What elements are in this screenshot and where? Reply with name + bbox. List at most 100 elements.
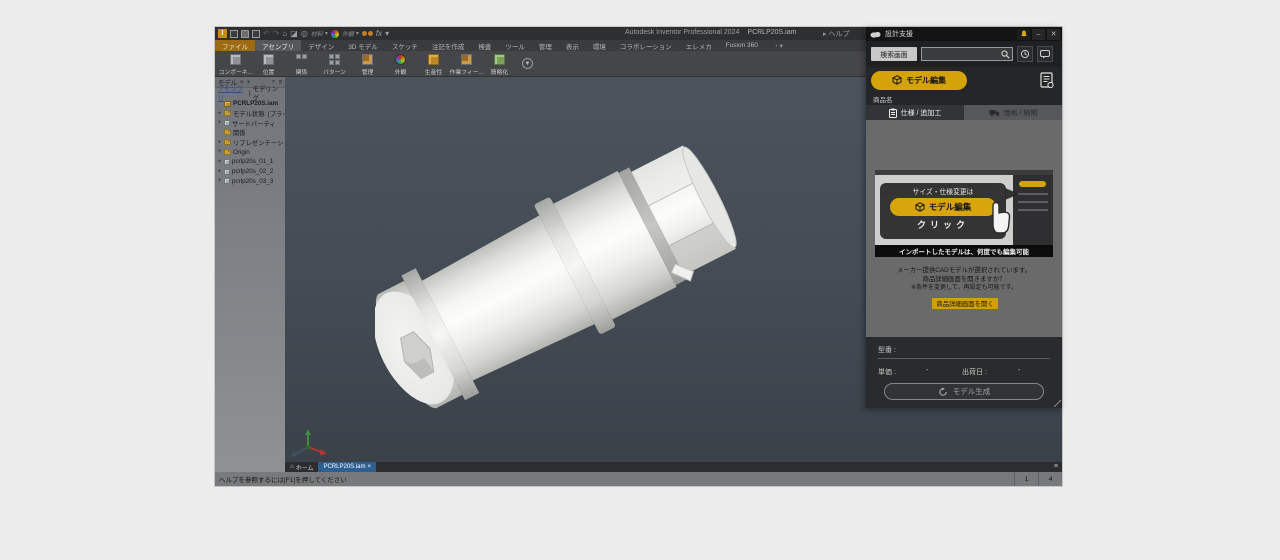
tab-design[interactable]: デザイン bbox=[301, 40, 341, 51]
tree-item-origin[interactable]: +Origin bbox=[217, 147, 285, 157]
tree-item-relationships[interactable]: 関係 bbox=[217, 128, 285, 138]
ship-date-value: - bbox=[1018, 367, 1020, 374]
home-icon: ⌂ bbox=[290, 464, 294, 470]
tab-collaboration[interactable]: コラボレーション bbox=[613, 40, 679, 51]
axis-triad-icon[interactable] bbox=[288, 427, 332, 461]
tab-file[interactable]: ファイル bbox=[215, 40, 255, 51]
appearance-combo[interactable]: 外観 ▾ bbox=[342, 29, 359, 38]
search-input[interactable] bbox=[921, 47, 1013, 61]
link-modeling[interactable]: モデリング bbox=[253, 84, 282, 102]
tab-3dmodel[interactable]: 3D モデル bbox=[341, 40, 385, 51]
appearance-button[interactable]: 外観 bbox=[384, 51, 417, 76]
productivity-button[interactable]: 生産性 bbox=[417, 51, 450, 76]
home-view-icon[interactable]: ⌂ bbox=[282, 29, 287, 38]
history-clock-icon bbox=[1020, 49, 1030, 59]
edit-cube-icon bbox=[892, 75, 902, 85]
expander-icon[interactable]: + bbox=[217, 111, 222, 117]
tab-list-icon[interactable]: ≡ bbox=[1054, 464, 1058, 470]
tab-spec-machining[interactable]: 仕様 / 追加工 bbox=[866, 105, 964, 120]
tab-annotate[interactable]: 注記を作成 bbox=[425, 40, 472, 51]
tab-elecmech[interactable]: エレメカ bbox=[679, 40, 719, 51]
search-screen-button[interactable]: 検索画面 bbox=[871, 47, 917, 61]
magnifier-icon bbox=[1001, 50, 1010, 59]
tab-view[interactable]: 表示 bbox=[559, 40, 586, 51]
save-icon[interactable] bbox=[252, 30, 260, 38]
open-file-icon[interactable] bbox=[241, 30, 249, 38]
browser-add-icon[interactable]: + bbox=[247, 79, 251, 86]
home-tab[interactable]: ⌂ホーム bbox=[285, 462, 318, 472]
tab-price-delivery[interactable]: 価格 / 納期 bbox=[964, 105, 1062, 120]
part-icon bbox=[224, 169, 230, 175]
work-features-button[interactable]: 作業フィー... bbox=[450, 51, 483, 76]
help-menu[interactable]: ▸ ヘルプ bbox=[823, 29, 849, 39]
document-tab-strip: ⌂ホーム PCRLP20S.iam× ≡ bbox=[285, 462, 1062, 472]
folder-icon bbox=[224, 150, 231, 155]
expander-icon[interactable]: + bbox=[217, 120, 222, 126]
status-bar: ヘルプを参照するには[F1]を押してください 1 4 bbox=[215, 472, 1062, 486]
tree-item-representations[interactable]: +リプレゼンテーション bbox=[217, 138, 285, 148]
tab-fusion360[interactable]: Fusion 360 bbox=[719, 40, 765, 51]
expander-icon[interactable]: + bbox=[217, 140, 222, 146]
new-file-icon[interactable] bbox=[230, 30, 238, 38]
banner-decoration bbox=[1018, 201, 1048, 203]
generate-model-button[interactable]: モデル生成 bbox=[884, 383, 1044, 400]
quote-sheet-icon[interactable] bbox=[1040, 72, 1054, 89]
3d-plug-model[interactable] bbox=[375, 115, 745, 415]
position-button[interactable]: 位置 bbox=[252, 51, 285, 76]
qat-dropdown-icon[interactable]: ▾ bbox=[385, 29, 389, 38]
document-tab-active[interactable]: PCRLP20S.iam× bbox=[318, 462, 376, 472]
tab-inspect[interactable]: 検査 bbox=[471, 40, 498, 51]
relationships-button[interactable]: 関係 bbox=[285, 51, 318, 76]
part-icon bbox=[224, 159, 230, 165]
assembly-icon bbox=[224, 101, 231, 107]
doc-close-icon[interactable]: × bbox=[367, 464, 371, 470]
link-divider: | bbox=[249, 90, 251, 97]
model-edit-button[interactable]: モデル編集 bbox=[871, 71, 967, 90]
clipboard-icon bbox=[889, 108, 897, 118]
tree-item-part-1[interactable]: +pcrlp20s_01_1 bbox=[217, 157, 285, 167]
adjust-icons[interactable] bbox=[362, 31, 373, 36]
tree-item-model-states[interactable]: +モデル状態: [プライマリ] bbox=[217, 109, 285, 119]
redo-icon[interactable]: ↷ bbox=[273, 29, 280, 38]
tab-tools[interactable]: ツール bbox=[498, 40, 532, 51]
ribbon-collapse-icon[interactable]: ▼ bbox=[522, 58, 533, 69]
tab-assembly[interactable]: アセンブリ bbox=[255, 40, 301, 51]
material-combo[interactable]: 材料 ▾ bbox=[311, 29, 328, 38]
banner-decoration bbox=[1018, 193, 1048, 195]
notification-bell-icon[interactable] bbox=[1017, 29, 1030, 40]
place-component-button[interactable]: コンポーネ... bbox=[219, 51, 252, 76]
simplify-button[interactable]: 簡略化 bbox=[483, 51, 516, 76]
expander-icon[interactable]: + bbox=[217, 149, 222, 155]
expander-icon[interactable]: + bbox=[217, 178, 222, 184]
edit-cube-icon bbox=[915, 202, 925, 212]
tree-item-third-party[interactable]: +サードパーティ bbox=[217, 118, 285, 128]
parameters-fx-icon[interactable]: fx bbox=[376, 29, 382, 38]
tree-item-part-3[interactable]: +pcrlp20s_03_3 bbox=[217, 177, 285, 187]
tab-environments[interactable]: 環境 bbox=[586, 40, 613, 51]
open-product-detail-button[interactable]: 商品詳細画面を開く bbox=[932, 298, 998, 309]
tab-manage[interactable]: 管理 bbox=[532, 40, 559, 51]
measure-icon[interactable]: ◎ bbox=[301, 29, 308, 38]
inventor-logo-icon[interactable]: I bbox=[218, 29, 227, 38]
panel-logo-icon bbox=[870, 30, 881, 38]
tab-sketch[interactable]: スケッチ bbox=[385, 40, 425, 51]
feedback-button[interactable] bbox=[1037, 46, 1053, 62]
expander-icon[interactable]: + bbox=[217, 159, 222, 165]
minimize-button[interactable]: – bbox=[1032, 29, 1045, 40]
link-assembly[interactable]: アセンブリ bbox=[218, 84, 247, 102]
close-button[interactable]: ✕ bbox=[1047, 29, 1060, 40]
cloud-menu-icon[interactable]: ◔ ▾ bbox=[767, 40, 790, 51]
expander-icon[interactable]: + bbox=[217, 169, 222, 175]
manage-button[interactable]: 管理 bbox=[351, 51, 384, 76]
pattern-button[interactable]: パターン bbox=[318, 51, 351, 76]
sketch-icon[interactable]: ◪ bbox=[290, 29, 298, 38]
undo-icon[interactable]: ↶ bbox=[263, 29, 270, 38]
resize-grip[interactable] bbox=[1054, 400, 1061, 407]
cursor-hand-icon bbox=[983, 196, 1013, 238]
tutorial-banner[interactable]: サイズ・仕様変更は モデル編集 クリック bbox=[875, 170, 1053, 257]
tree-root-assembly[interactable]: PCRLP20S.iam bbox=[217, 99, 285, 109]
panel-tabs: 仕様 / 追加工 価格 / 納期 bbox=[866, 105, 1062, 120]
history-button[interactable] bbox=[1017, 46, 1033, 62]
tree-item-part-2[interactable]: +pcrlp20s_02_2 bbox=[217, 167, 285, 177]
folder-icon bbox=[224, 111, 231, 116]
